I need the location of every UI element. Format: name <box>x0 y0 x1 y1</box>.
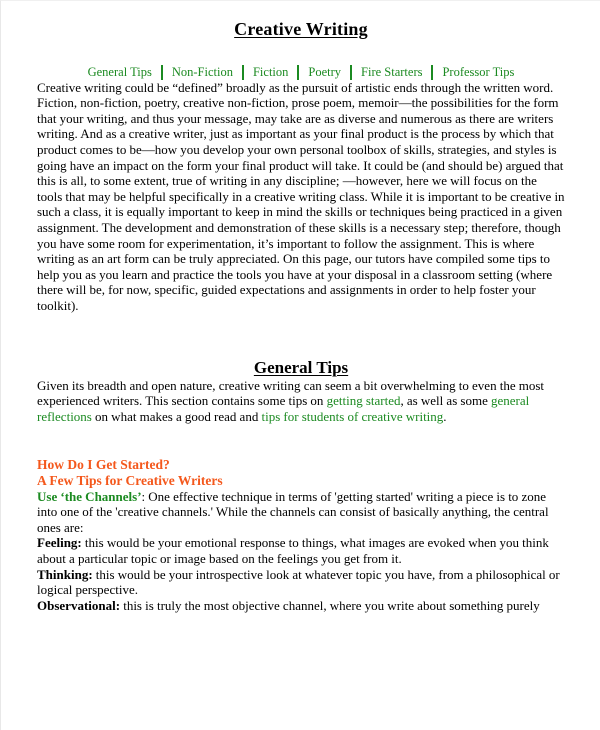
general-tips-text-part-2: , as well as some <box>400 393 491 409</box>
general-tips-section: General Tips Given its breadth and open … <box>37 358 565 425</box>
section-navigation: General Tips Non-Fiction Fiction Poetry … <box>37 64 565 80</box>
link-tips-for-students[interactable]: tips for students of creative writing <box>261 409 443 424</box>
link-getting-started[interactable]: getting started <box>327 393 401 408</box>
document-page: Creative Writing General Tips Non-Fictio… <box>0 0 600 730</box>
general-tips-text-part-3: on what makes a good read and <box>91 409 262 425</box>
observational-label: Observational: <box>37 597 121 613</box>
general-tips-paragraph: Given its breadth and open nature, creat… <box>37 378 565 425</box>
nav-link-fire-starters[interactable]: Fire Starters <box>352 66 431 79</box>
channel-item-observational: Observational: this is truly the most ob… <box>37 598 565 614</box>
nav-link-poetry[interactable]: Poetry <box>299 66 350 79</box>
channel-item-thinking: Thinking: this would be your introspecti… <box>37 567 565 598</box>
nav-link-fiction[interactable]: Fiction <box>244 66 297 79</box>
thinking-text: this would be your introspective look at… <box>37 566 560 598</box>
subheading-how-do-i-get-started: How Do I Get Started? <box>37 456 170 472</box>
general-tips-heading: General Tips <box>37 358 565 378</box>
channel-item-feeling: Feeling: this would be your emotional re… <box>37 535 565 566</box>
page-title: Creative Writing <box>37 1 565 41</box>
nav-link-non-fiction[interactable]: Non-Fiction <box>163 66 242 79</box>
subheading-a-few-tips: A Few Tips for Creative Writers <box>37 472 223 488</box>
channels-lead-label: Use ‘the Channels’ <box>37 488 142 504</box>
feeling-text: this would be your emotional response to… <box>37 535 549 567</box>
channels-paragraph: Use ‘the Channels’: One effective techni… <box>37 489 565 536</box>
page-title-text: Creative Writing <box>234 19 368 39</box>
observational-text: this is truly the most objective channel… <box>120 597 540 613</box>
nav-link-professor-tips[interactable]: Professor Tips <box>433 66 523 79</box>
thinking-label: Thinking: <box>37 566 93 582</box>
general-tips-text-part-4: . <box>443 409 447 425</box>
subheading-block: How Do I Get Started? A Few Tips for Cre… <box>37 457 565 489</box>
intro-paragraph: Creative writing could be “defined” broa… <box>37 79 565 313</box>
document-content: Creative Writing General Tips Non-Fictio… <box>37 1 565 613</box>
general-tips-heading-text: General Tips <box>253 357 349 377</box>
feeling-label: Feeling: <box>37 535 82 551</box>
nav-link-general-tips[interactable]: General Tips <box>79 66 161 79</box>
